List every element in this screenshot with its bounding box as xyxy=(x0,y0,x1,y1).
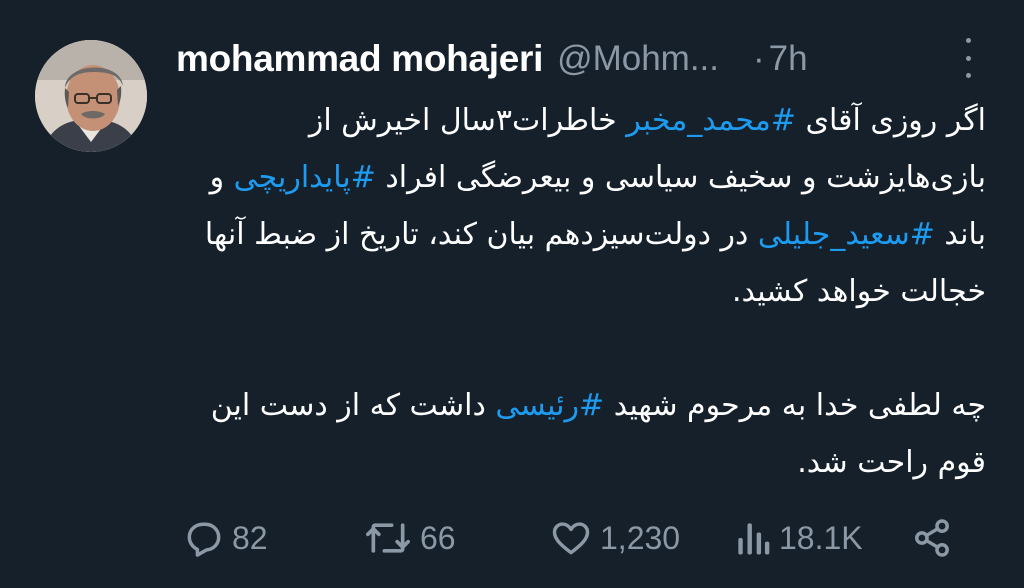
author-handle[interactable]: @Mohm... xyxy=(557,39,719,79)
views-button[interactable]: 18.1K xyxy=(733,512,863,564)
author-display-name[interactable]: mohammad mohajeri xyxy=(176,38,543,80)
tweet-text: اگر روزی آقای #محمد_مخبر خاطرات۳سال اخیر… xyxy=(176,92,986,491)
like-count: 1,230 xyxy=(600,519,681,556)
avatar[interactable] xyxy=(35,40,147,152)
reply-count: 82 xyxy=(232,519,268,556)
retweet-icon xyxy=(366,523,410,553)
share-icon xyxy=(915,519,949,557)
like-button[interactable]: 1,230 xyxy=(548,512,680,564)
tweet-time[interactable]: 7h xyxy=(769,39,808,79)
hashtag-link[interactable]: #سعید_جلیلی xyxy=(758,217,935,252)
hashtag-link[interactable]: #پایداریچی xyxy=(234,160,376,195)
heart-icon xyxy=(552,522,590,555)
reply-icon xyxy=(187,522,221,557)
separator-dot: · xyxy=(753,39,765,78)
retweet-count: 66 xyxy=(420,519,456,556)
reply-button[interactable]: 82 xyxy=(182,512,268,564)
hashtag-link[interactable]: #محمد_مخبر xyxy=(626,103,796,138)
more-options-icon[interactable] xyxy=(958,38,978,78)
tweet-text-segment: اگر روزی آقای xyxy=(795,103,987,138)
views-icon xyxy=(738,523,770,555)
tweet-card[interactable]: mohammad mohajeri @Mohm... · 7h اگر روزی… xyxy=(0,0,1024,588)
avatar-photo-icon xyxy=(35,40,147,152)
views-count: 18.1K xyxy=(779,519,863,556)
hashtag-link[interactable]: #رئیسی xyxy=(495,388,604,423)
tweet-header: mohammad mohajeri @Mohm... · 7h xyxy=(176,36,984,82)
retweet-button[interactable]: 66 xyxy=(362,512,456,564)
tweet-paragraph-1: اگر روزی آقای #محمد_مخبر خاطرات۳سال اخیر… xyxy=(176,92,986,320)
tweet-text-segment: چه لطفی خدا به مرحوم شهید xyxy=(604,388,986,423)
share-button[interactable] xyxy=(910,512,954,564)
tweet-paragraph-2: چه لطفی خدا به مرحوم شهید #رئیسی داشت که… xyxy=(176,377,986,491)
action-bar: 82 66 1,230 18.1K xyxy=(0,512,1024,564)
